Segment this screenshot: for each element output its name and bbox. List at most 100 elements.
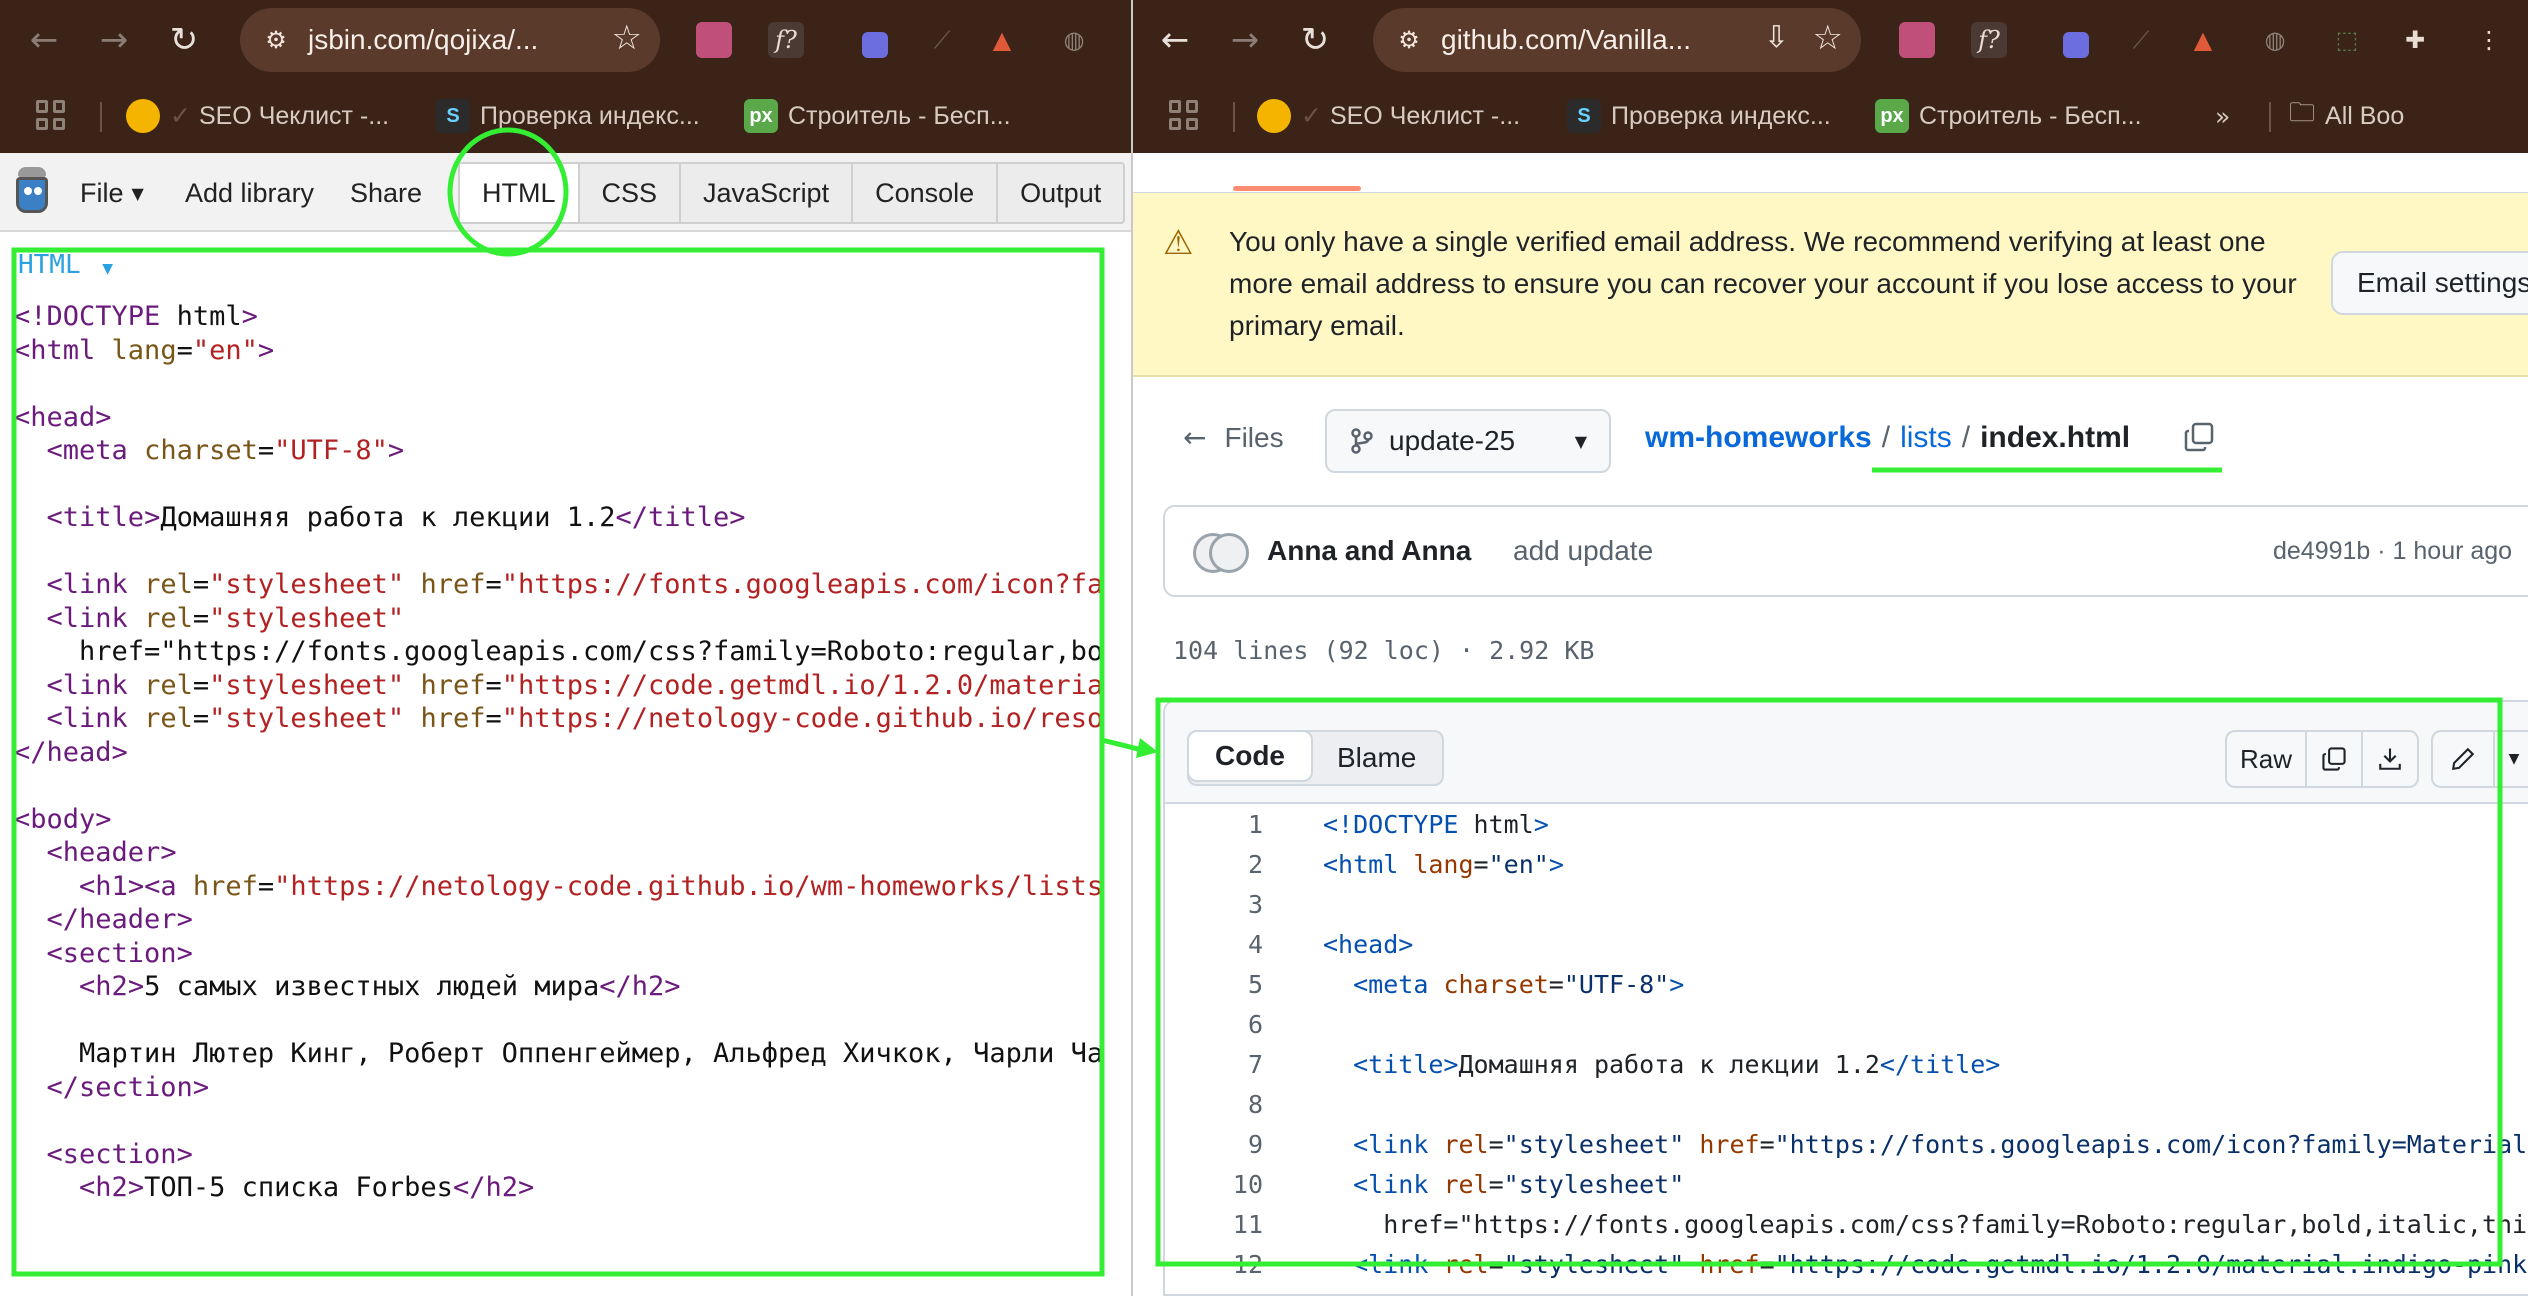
extension-fx-icon[interactable]: f? bbox=[768, 22, 804, 58]
line-number[interactable]: 9 bbox=[1165, 1130, 1263, 1159]
extension-frame-icon[interactable]: ⬚ bbox=[2329, 22, 2365, 58]
code-line[interactable] bbox=[14, 535, 1131, 569]
tab-html[interactable]: HTML bbox=[460, 164, 580, 222]
install-app-icon[interactable]: ⇩ bbox=[1764, 20, 1789, 55]
code-line[interactable]: <!DOCTYPE html> bbox=[14, 300, 1131, 334]
bookmark-index-check[interactable]: S Проверка индекс... bbox=[1567, 98, 1831, 134]
bookmark-all-bookmarks[interactable]: 🗀 All Boo bbox=[2289, 98, 2404, 134]
blame-tab[interactable]: Blame bbox=[1311, 732, 1442, 784]
site-settings-icon[interactable]: ⚙ bbox=[1387, 18, 1431, 62]
line-number[interactable]: 5 bbox=[1165, 970, 1263, 999]
bookmark-index-check[interactable]: S Проверка индекс... bbox=[436, 98, 700, 134]
line-number[interactable]: 11 bbox=[1165, 1210, 1263, 1239]
code-tab[interactable]: Code bbox=[1187, 730, 1313, 782]
code-line[interactable]: </head> bbox=[14, 736, 1131, 770]
extensions-puzzle-icon[interactable]: ✚ bbox=[2397, 22, 2433, 58]
forward-icon[interactable]: → bbox=[1217, 12, 1273, 68]
commit-message[interactable]: add update bbox=[1513, 535, 1653, 567]
edit-pencil-icon[interactable] bbox=[2431, 730, 2495, 788]
code-line[interactable]: 10 <link rel="stylesheet" bbox=[1165, 1164, 2528, 1204]
tab-console[interactable]: Console bbox=[853, 164, 999, 222]
code-line[interactable] bbox=[14, 468, 1131, 502]
commit-authors[interactable]: Anna and Anna bbox=[1267, 535, 1471, 567]
bookmark-seo[interactable]: ✓ SEO Чеклист -... bbox=[126, 98, 389, 134]
left-address-bar[interactable]: ⚙ jsbin.com/qojixa/... ☆ bbox=[240, 8, 660, 72]
code-line[interactable]: 12 <link rel="stylesheet" href="https://… bbox=[1165, 1244, 2528, 1284]
site-settings-icon[interactable]: ⚙ bbox=[254, 18, 298, 62]
back-icon[interactable]: ← bbox=[16, 12, 72, 68]
reload-icon[interactable]: ↻ bbox=[156, 12, 212, 68]
tab-css[interactable]: CSS bbox=[580, 164, 682, 222]
line-number[interactable]: 3 bbox=[1165, 890, 1263, 919]
code-line[interactable]: 8 bbox=[1165, 1084, 2528, 1124]
code-line[interactable]: <header> bbox=[14, 836, 1131, 870]
bookmark-builder[interactable]: px Строитель - Бесп... bbox=[1875, 98, 2142, 134]
breadcrumb-dir[interactable]: lists bbox=[1900, 421, 1952, 455]
code-line[interactable]: 11 href="https://fonts.googleapis.com/cs… bbox=[1165, 1204, 2528, 1244]
line-number[interactable]: 4 bbox=[1165, 930, 1263, 959]
code-line[interactable]: Мартин Лютер Кинг, Роберт Оппенгеймер, А… bbox=[14, 1037, 1131, 1071]
email-settings-button[interactable]: Email settings bbox=[2331, 251, 2528, 315]
raw-button[interactable]: Raw bbox=[2225, 730, 2307, 788]
extension-lighthouse-icon[interactable]: ▲ bbox=[984, 22, 1020, 58]
code-line[interactable]: <html lang="en"> bbox=[14, 334, 1131, 368]
code-line[interactable]: <h2>ТОП-5 списка Forbes</h2> bbox=[14, 1171, 1131, 1205]
code-lines[interactable]: 1 <!DOCTYPE html> 2 <html lang="en"> 3 4 <head… bbox=[1165, 804, 2528, 1284]
code-line[interactable]: 9 <link rel="stylesheet" href="https://f… bbox=[1165, 1124, 2528, 1164]
apps-grid-icon[interactable] bbox=[36, 100, 66, 130]
breadcrumb-repo[interactable]: wm-homeworks bbox=[1645, 421, 1872, 455]
jsbin-logo-icon[interactable] bbox=[14, 167, 50, 215]
extension-pen-icon[interactable] bbox=[2053, 22, 2089, 58]
code-line[interactable] bbox=[14, 769, 1131, 803]
back-icon[interactable]: ← bbox=[1147, 12, 1203, 68]
extension-gradient-icon[interactable] bbox=[1899, 22, 1935, 58]
forward-icon[interactable]: → bbox=[86, 12, 142, 68]
extension-ruler-icon[interactable]: ⟋ bbox=[2123, 22, 2159, 58]
copy-raw-icon[interactable] bbox=[2307, 730, 2363, 788]
extension-globe-icon[interactable]: ◍ bbox=[1056, 22, 1092, 58]
code-line[interactable]: href="https://fonts.googleapis.com/css?f… bbox=[14, 635, 1131, 669]
line-number[interactable]: 12 bbox=[1165, 1250, 1263, 1279]
code-line[interactable]: 7 <title>Домашняя работа к лекции 1.2</t… bbox=[1165, 1044, 2528, 1084]
bookmark-star-icon[interactable]: ☆ bbox=[1813, 18, 1843, 58]
code-line[interactable]: <section> bbox=[14, 937, 1131, 971]
avatar[interactable] bbox=[1209, 533, 1249, 573]
line-number[interactable]: 6 bbox=[1165, 1010, 1263, 1039]
code-line[interactable]: <meta charset="UTF-8"> bbox=[14, 434, 1131, 468]
right-address-bar[interactable]: ⚙ github.com/Vanilla... ⇩ ☆ bbox=[1373, 8, 1861, 72]
code-line[interactable]: </section> bbox=[14, 1071, 1131, 1105]
extension-ruler-icon[interactable]: ⟋ bbox=[924, 22, 960, 58]
files-toggle[interactable]: ← Files bbox=[1183, 421, 1284, 454]
extension-lighthouse-icon[interactable]: ▲ bbox=[2185, 22, 2221, 58]
editor-language-dropdown[interactable]: HTML ▼ bbox=[18, 250, 113, 280]
add-library-button[interactable]: Add library bbox=[185, 168, 314, 218]
tab-javascript[interactable]: JavaScript bbox=[681, 164, 854, 222]
line-number[interactable]: 2 bbox=[1165, 850, 1263, 879]
bookmark-star-icon[interactable]: ☆ bbox=[612, 18, 642, 58]
line-number[interactable]: 8 bbox=[1165, 1090, 1263, 1119]
more-bookmarks-icon[interactable]: » bbox=[2215, 98, 2230, 134]
line-number[interactable]: 10 bbox=[1165, 1170, 1263, 1199]
code-line[interactable]: 4 <head> bbox=[1165, 924, 2528, 964]
code-line[interactable]: </header> bbox=[14, 903, 1131, 937]
extension-globe-icon[interactable]: ◍ bbox=[2257, 22, 2293, 58]
code-line[interactable]: <section> bbox=[14, 1138, 1131, 1172]
code-line[interactable]: 3 bbox=[1165, 884, 2528, 924]
code-line[interactable]: <h1><a href="https://netology-code.githu… bbox=[14, 870, 1131, 904]
tab-output[interactable]: Output bbox=[998, 164, 1123, 222]
copy-path-icon[interactable] bbox=[2183, 421, 2215, 453]
code-line[interactable] bbox=[14, 1104, 1131, 1138]
code-line[interactable]: <link rel="stylesheet" href="https://net… bbox=[14, 702, 1131, 736]
branch-selector[interactable]: update-25 ▼ bbox=[1325, 409, 1611, 473]
extension-gradient-icon[interactable] bbox=[696, 22, 732, 58]
line-number[interactable]: 7 bbox=[1165, 1050, 1263, 1079]
share-button[interactable]: Share bbox=[350, 168, 422, 218]
code-line[interactable]: 2 <html lang="en"> bbox=[1165, 844, 2528, 884]
commit-meta[interactable]: de4991b · 1 hour ago bbox=[2273, 537, 2512, 566]
download-icon[interactable] bbox=[2363, 730, 2419, 788]
code-line[interactable]: <link rel="stylesheet" bbox=[14, 602, 1131, 636]
code-line[interactable]: 1 <!DOCTYPE html> bbox=[1165, 804, 2528, 844]
code-line[interactable]: <link rel="stylesheet" href="https://fon… bbox=[14, 568, 1131, 602]
code-line[interactable]: <link rel="stylesheet" href="https://cod… bbox=[14, 669, 1131, 703]
code-line[interactable]: <body> bbox=[14, 803, 1131, 837]
